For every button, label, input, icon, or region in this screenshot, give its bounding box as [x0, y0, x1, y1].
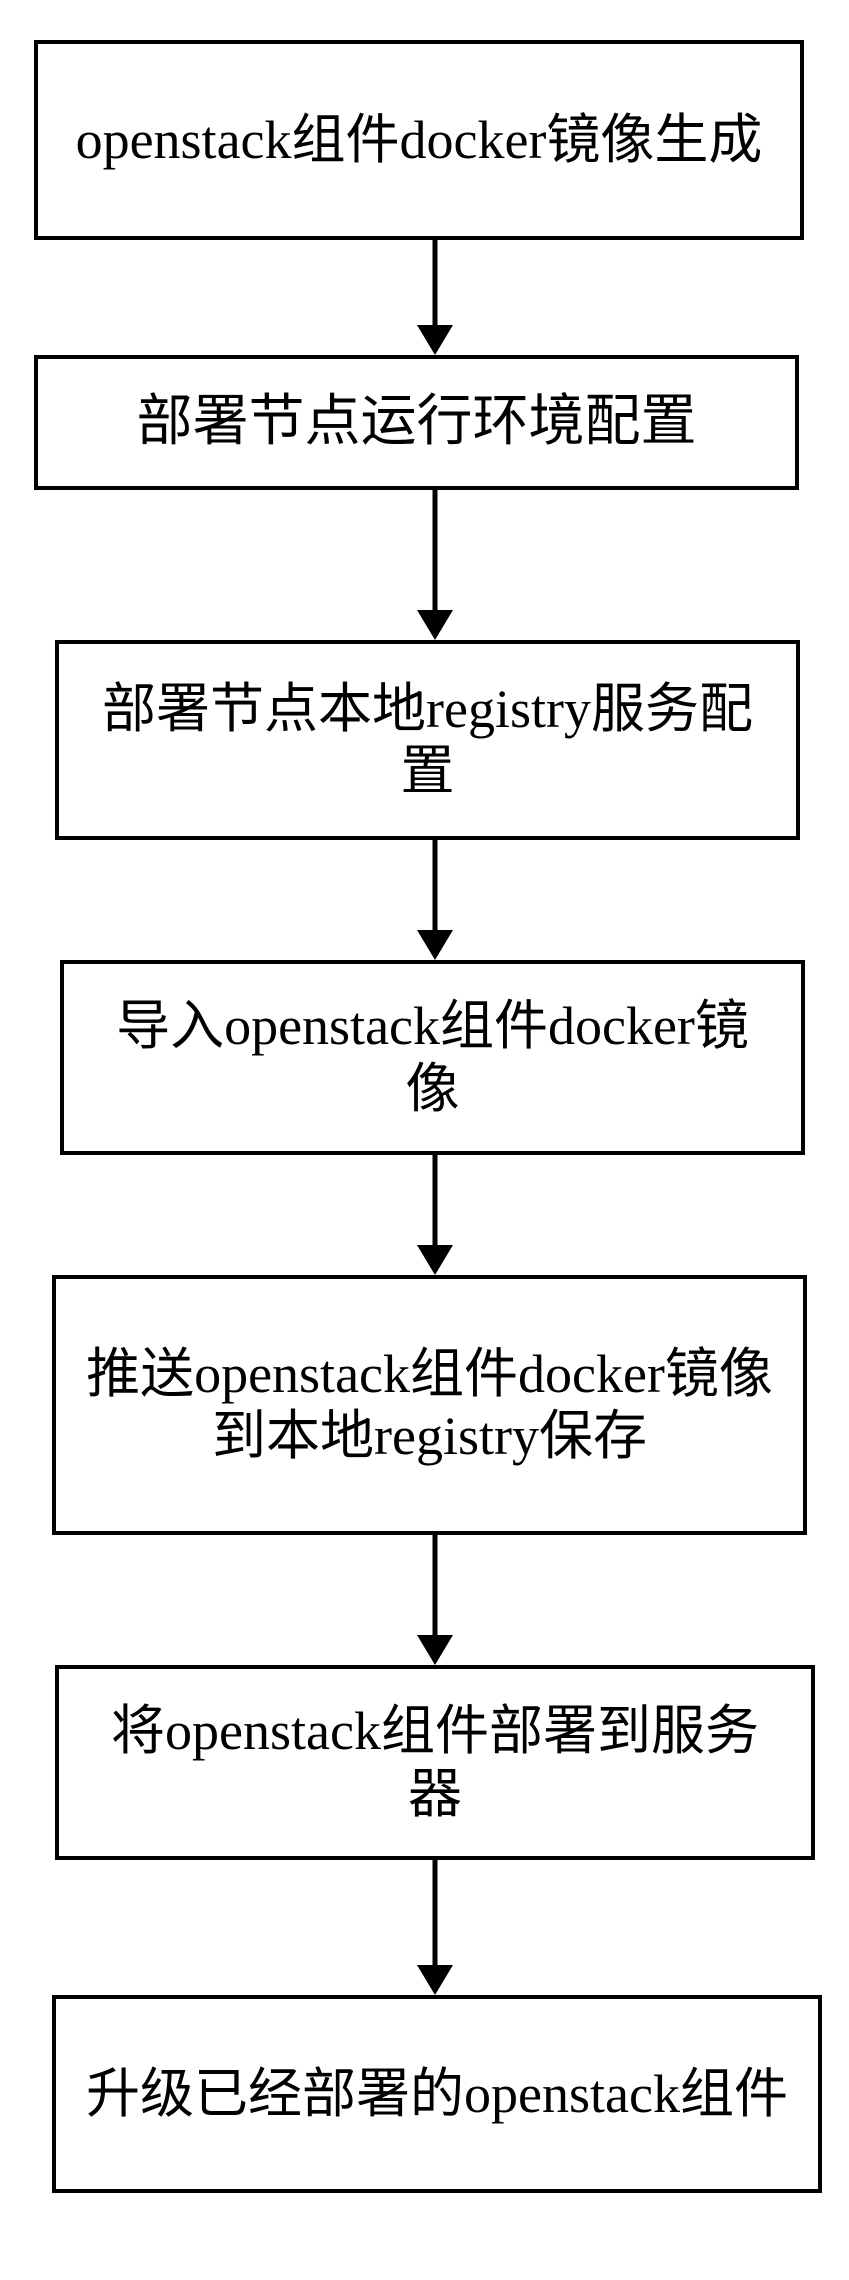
arrow-6-7 [415, 1860, 455, 1995]
flow-node-7: 升级已经部署的openstack组件 [52, 1995, 822, 2193]
flow-node-4: 导入openstack组件docker镜像 [60, 960, 805, 1155]
flowchart-canvas: openstack组件docker镜像生成 部署节点运行环境配置 部署节点本地r… [0, 0, 849, 2280]
flow-node-1-label: openstack组件docker镜像生成 [76, 109, 763, 171]
flow-node-6-label: 将openstack组件部署到服务器 [87, 1700, 783, 1824]
flow-node-6: 将openstack组件部署到服务器 [55, 1665, 815, 1860]
flow-node-2-label: 部署节点运行环境配置 [137, 390, 697, 454]
flow-node-7-label: 升级已经部署的openstack组件 [86, 2063, 788, 2125]
flow-node-2: 部署节点运行环境配置 [34, 355, 799, 490]
flow-node-3: 部署节点本地registry服务配置 [55, 640, 800, 840]
flow-node-4-label: 导入openstack组件docker镜像 [92, 995, 773, 1119]
arrow-5-6 [415, 1535, 455, 1665]
flow-node-3-label: 部署节点本地registry服务配置 [87, 678, 768, 802]
flow-node-5: 推送openstack组件docker镜像到本地registry保存 [52, 1275, 807, 1535]
flow-node-5-label: 推送openstack组件docker镜像到本地registry保存 [84, 1343, 775, 1467]
flow-node-1: openstack组件docker镜像生成 [34, 40, 804, 240]
arrow-2-3 [415, 490, 455, 640]
arrow-4-5 [415, 1155, 455, 1275]
arrow-3-4 [415, 840, 455, 960]
arrow-1-2 [415, 240, 455, 355]
